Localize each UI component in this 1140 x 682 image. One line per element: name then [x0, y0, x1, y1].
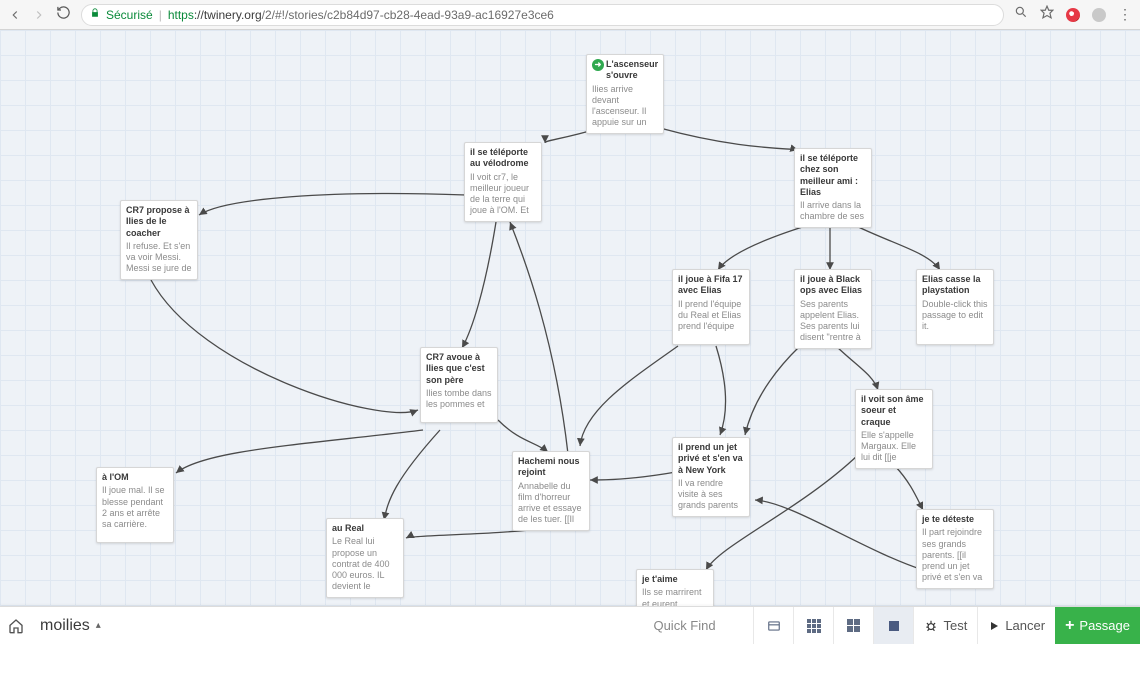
browser-toolbar: Sécurisé | https://twinery.org/2/#!/stor… — [0, 0, 1140, 30]
story-name-label: moilies — [40, 617, 90, 635]
story-canvas[interactable]: ➜L'ascenseur s'ouvre Ilies arrive devant… — [0, 30, 1140, 644]
plus-icon: + — [1065, 617, 1074, 635]
play-button[interactable]: Lancer — [977, 607, 1055, 644]
passage-velodrome[interactable]: il se téléporte au vélodrome Il voit cr7… — [464, 142, 542, 222]
star-icon[interactable] — [1040, 5, 1054, 24]
home-button[interactable] — [0, 607, 32, 644]
nav-back-button[interactable] — [8, 8, 22, 22]
passage-casse[interactable]: Elias casse la playstation Double-click … — [916, 269, 994, 345]
nav-forward-button[interactable] — [32, 8, 46, 22]
zoom-icon[interactable] — [1014, 5, 1028, 24]
snap-to-grid-button[interactable] — [753, 607, 793, 644]
add-passage-button[interactable]: + Passage — [1055, 607, 1140, 644]
quick-find-input[interactable] — [653, 618, 743, 633]
extension-icon-1[interactable] — [1066, 8, 1080, 22]
passage-avoue[interactable]: CR7 avoue à Ilies que c'est son père Ili… — [420, 347, 498, 423]
start-marker-icon: ➜ — [592, 59, 604, 71]
menu-dots-icon[interactable]: ⋮ — [1118, 6, 1132, 23]
address-bar[interactable]: Sécurisé | https://twinery.org/2/#!/stor… — [81, 4, 1004, 26]
passage-om[interactable]: à l'OM Il joue mal. Il se blesse pendant… — [96, 467, 174, 543]
test-label: Test — [943, 618, 967, 633]
passage-hachemi[interactable]: Hachemi nous rejoint Annabelle du film d… — [512, 451, 590, 531]
zoom-large-button[interactable] — [873, 607, 913, 644]
lock-icon — [90, 8, 100, 21]
passage-ame[interactable]: il voit son âme soeur et craque Elle s'a… — [855, 389, 933, 469]
bottom-toolbar: moilies ▴ Test Lancer + Passage — [0, 606, 1140, 644]
quick-find[interactable] — [643, 607, 753, 644]
extension-icon-2[interactable] — [1092, 8, 1106, 22]
story-name-menu[interactable]: moilies ▴ — [32, 607, 109, 644]
chevron-up-icon: ▴ — [96, 620, 101, 631]
passage-jet[interactable]: il prend un jet privé et s'en va à New Y… — [672, 437, 750, 517]
passage-fifa[interactable]: il joue à Fifa 17 avec Elias Il prend l'… — [672, 269, 750, 345]
passage-blackops[interactable]: il joue à Black ops avec Elias Ses paren… — [794, 269, 872, 349]
passage-coacher[interactable]: CR7 propose à Ilies de le coacher Il ref… — [120, 200, 198, 280]
passage-real[interactable]: au Real Le Real lui propose un contrat d… — [326, 518, 404, 598]
passage-start[interactable]: ➜L'ascenseur s'ouvre Ilies arrive devant… — [586, 54, 664, 134]
secure-label: Sécurisé — [106, 8, 153, 22]
play-label: Lancer — [1005, 618, 1045, 633]
passage-ami[interactable]: il se téléporte chez son meilleur ami : … — [794, 148, 872, 228]
url-text: https://twinery.org/2/#!/stories/c2b84d9… — [168, 8, 554, 22]
test-button[interactable]: Test — [913, 607, 977, 644]
add-passage-label: Passage — [1079, 618, 1130, 633]
zoom-small-button[interactable] — [793, 607, 833, 644]
zoom-medium-button[interactable] — [833, 607, 873, 644]
passage-deteste[interactable]: je te déteste Il part rejoindre ses gran… — [916, 509, 994, 589]
reload-button[interactable] — [56, 5, 71, 25]
